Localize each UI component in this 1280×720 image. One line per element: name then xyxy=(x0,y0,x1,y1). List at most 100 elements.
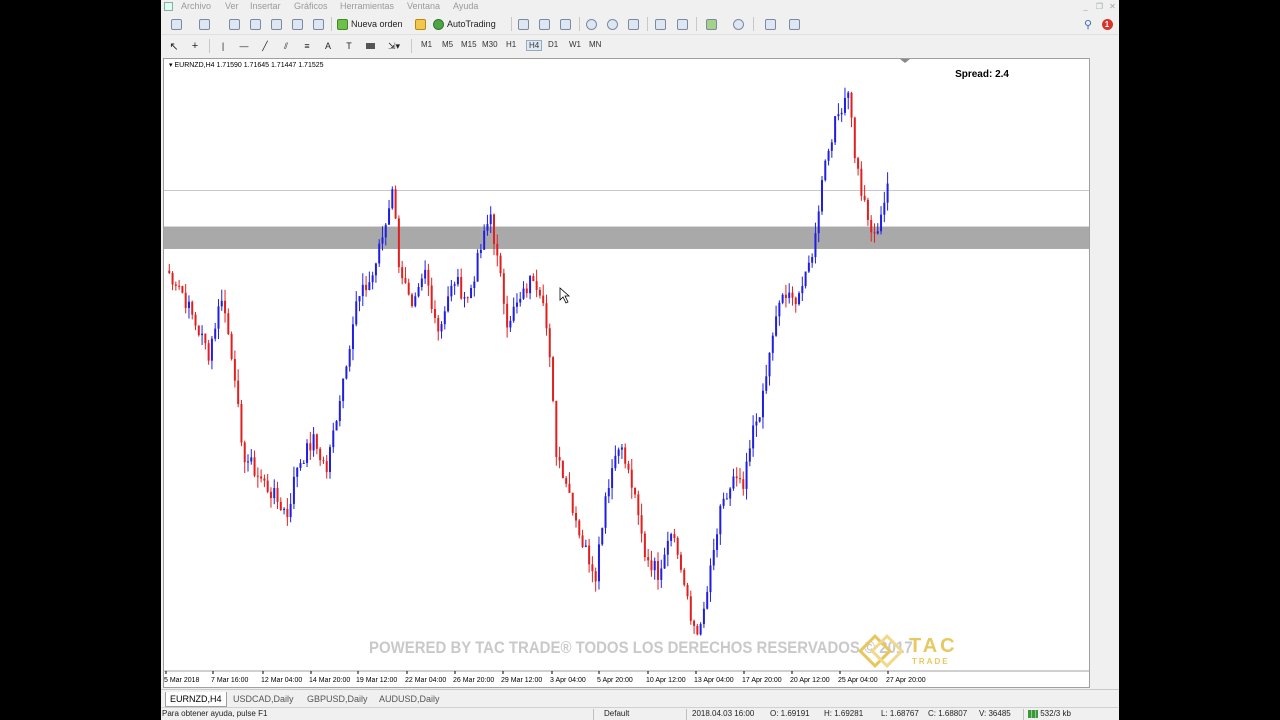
candle-body xyxy=(260,476,263,479)
tab-usdcad-daily[interactable]: USDCAD,Daily xyxy=(229,692,298,706)
candle-body xyxy=(581,535,584,547)
chart-shift-button[interactable] xyxy=(675,16,689,32)
candle-body xyxy=(634,487,637,495)
arrows-button[interactable]: ⇲▾ xyxy=(384,38,404,54)
time-tick-label: 3 Apr 04:00 xyxy=(550,677,586,684)
timeframe-d1[interactable]: D1 xyxy=(548,40,558,49)
channel-icon: ⫽ xyxy=(283,40,288,51)
candle-body xyxy=(174,284,177,286)
candle-body xyxy=(289,503,292,518)
candle-body xyxy=(873,232,876,234)
text-button[interactable]: A xyxy=(321,38,335,54)
timeframe-m30[interactable]: M30 xyxy=(482,40,498,49)
new-order-button[interactable]: Nueva orden xyxy=(337,16,407,32)
candle-body xyxy=(486,224,489,231)
periods-button[interactable] xyxy=(729,16,747,32)
timeframe-mn[interactable]: MN xyxy=(589,40,601,49)
restore-icon[interactable]: ❐ xyxy=(1093,1,1106,12)
timeframe-h4[interactable]: H4 xyxy=(526,40,543,51)
menu-ver[interactable]: Ver xyxy=(225,1,239,11)
candle-body xyxy=(696,625,699,635)
candle-body xyxy=(171,273,174,285)
clock-icon xyxy=(732,18,744,30)
horizontal-line-button[interactable]: — xyxy=(237,38,251,54)
timeframe-m5[interactable]: M5 xyxy=(442,40,453,49)
zoom-in-button[interactable] xyxy=(584,16,598,32)
menu-herramientas[interactable]: Herramientas xyxy=(340,1,394,11)
menu-insertar[interactable]: Insertar xyxy=(250,1,281,11)
candle-body xyxy=(794,297,797,305)
close-icon[interactable]: ✕ xyxy=(1106,1,1119,12)
tac-trade-logo: TAC TRADE xyxy=(858,633,971,671)
timeframe-m15[interactable]: M15 xyxy=(461,40,477,49)
candle-body xyxy=(247,461,249,463)
notifications-button[interactable]: 1 xyxy=(1099,16,1115,32)
price-chart[interactable]: 1.727051.724501.721951.719401.716851.714… xyxy=(164,59,1089,687)
candle-body xyxy=(371,275,374,283)
candle-body xyxy=(502,273,505,304)
candle-body xyxy=(374,263,377,276)
candle-body xyxy=(443,311,446,325)
meta-editor-button[interactable] xyxy=(413,16,427,32)
auto-scroll-button[interactable] xyxy=(653,16,667,32)
search-button[interactable]: ⚲ xyxy=(1081,16,1095,32)
tile-windows-button[interactable] xyxy=(626,16,640,32)
status-profile: Default xyxy=(604,709,630,718)
label-button[interactable]: T xyxy=(342,38,356,54)
rectangle-button[interactable] xyxy=(363,38,377,54)
timeframe-h1[interactable]: H1 xyxy=(506,40,516,49)
new-chart-button[interactable] xyxy=(167,16,185,32)
tab-eurnzd-h4[interactable]: EURNZD,H4 xyxy=(165,692,227,707)
crosshair-button[interactable]: + xyxy=(188,38,202,54)
candle-body xyxy=(847,92,850,98)
properties-button[interactable] xyxy=(785,16,803,32)
time-tick-label: 5 Apr 20:00 xyxy=(597,677,633,684)
candle-body xyxy=(361,284,364,297)
vertical-line-button[interactable]: | xyxy=(216,38,230,54)
candle-body xyxy=(322,460,325,462)
trendline-button[interactable]: ╱ xyxy=(258,38,272,54)
candle-body xyxy=(781,294,784,303)
candlestick-button[interactable] xyxy=(537,16,551,32)
fibonacci-button[interactable]: ≡ xyxy=(300,38,314,54)
mt4-window: Archivo Ver Insertar Gráficos Herramient… xyxy=(161,0,1119,720)
candle-body xyxy=(663,554,666,569)
candle-body xyxy=(575,512,577,521)
candle-body xyxy=(447,296,450,312)
navigator-button[interactable] xyxy=(248,16,262,32)
menu-ventana[interactable]: Ventana xyxy=(407,1,440,11)
menu-archivo[interactable]: Archivo xyxy=(181,1,211,11)
line-chart-button[interactable] xyxy=(558,16,572,32)
menu-bar: Archivo Ver Insertar Gráficos Herramient… xyxy=(161,0,1119,14)
data-window-button[interactable] xyxy=(269,16,283,32)
candle-body xyxy=(476,253,479,282)
minimize-icon[interactable]: _ xyxy=(1079,1,1092,12)
bar-chart-button[interactable] xyxy=(516,16,530,32)
tab-gbpusd-daily[interactable]: GBPUSD,Daily xyxy=(303,692,372,706)
tester-button[interactable] xyxy=(311,16,325,32)
market-watch-button[interactable] xyxy=(227,16,241,32)
timeframe-w1[interactable]: W1 xyxy=(569,40,581,49)
candle-body xyxy=(345,366,348,379)
indicators-button[interactable] xyxy=(702,16,720,32)
candle-body xyxy=(627,463,630,470)
channel-button[interactable]: ⫽ xyxy=(279,38,293,54)
candle-body xyxy=(643,533,646,558)
zoom-out-button[interactable] xyxy=(605,16,619,32)
timeframe-m1[interactable]: M1 xyxy=(421,40,432,49)
chart-window[interactable]: 1.727051.724501.721951.719401.716851.714… xyxy=(163,58,1090,688)
tab-audusd-daily[interactable]: AUDUSD,Daily xyxy=(375,692,444,706)
candle-body xyxy=(401,267,404,279)
autotrading-label: AutoTrading xyxy=(447,19,496,29)
candle-body xyxy=(463,297,466,299)
candle-body xyxy=(358,296,361,302)
templates-button[interactable] xyxy=(763,16,777,32)
menu-graficos[interactable]: Gráficos xyxy=(294,1,328,11)
symbol-info: ▾ EURNZD,H4 1.71590 1.71645 1.71447 1.71… xyxy=(169,62,324,69)
cursor-button[interactable]: ↖ xyxy=(167,38,181,54)
standard-toolbar: Nueva orden AutoTrading ⚲ 1 xyxy=(161,14,1119,35)
profiles-button[interactable] xyxy=(195,16,213,32)
autotrading-button[interactable]: AutoTrading xyxy=(433,16,505,32)
terminal-button[interactable] xyxy=(290,16,304,32)
menu-ayuda[interactable]: Ayuda xyxy=(453,1,478,11)
